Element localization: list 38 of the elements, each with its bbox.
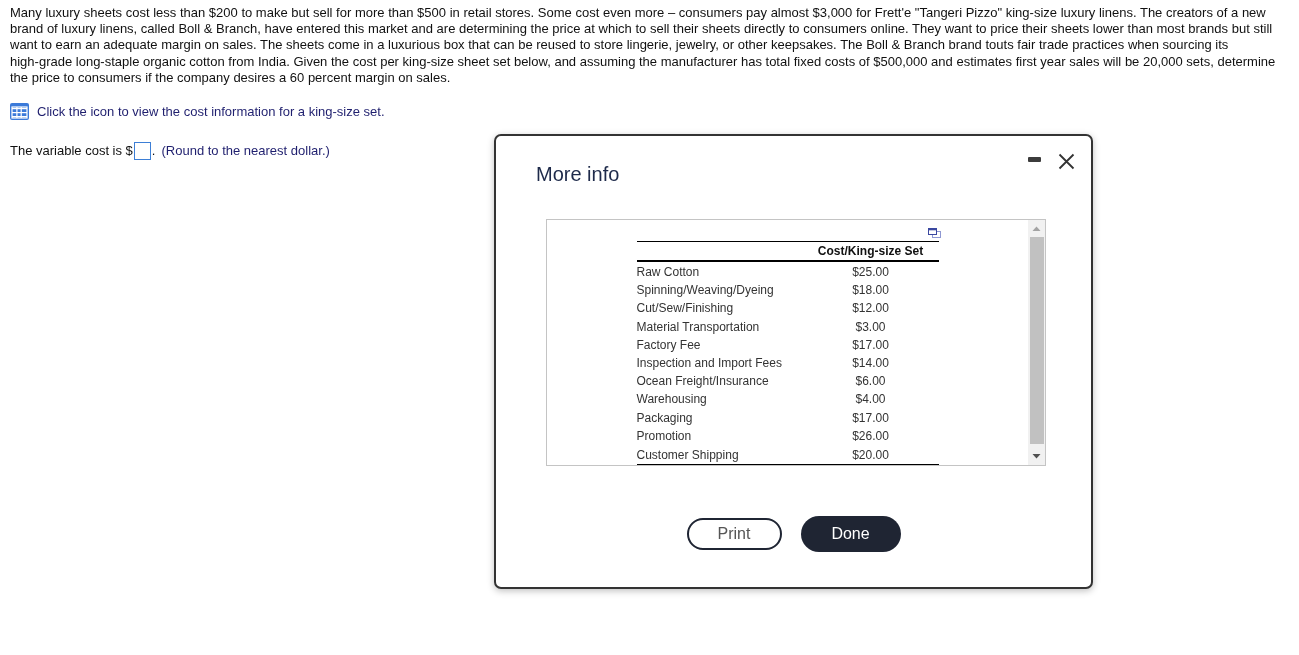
answer-field[interactable] — [133, 142, 151, 161]
cost-value: $4.00 — [854, 391, 887, 409]
cost-value: $25.00 — [802, 261, 939, 282]
column-header: Cost/King-size Set — [802, 241, 939, 261]
cost-label: Customer Shipping — [636, 445, 803, 465]
cost-label: Ocean Freight/Insurance — [636, 373, 770, 391]
cost-value: $26.00 — [851, 427, 890, 445]
cost-label: Promotion — [636, 427, 693, 445]
dialog-button[interactable]: Print — [686, 518, 782, 550]
cost-label: Cut/Sew/Finishing — [636, 300, 735, 318]
question-text: The variable cost is $ — [10, 142, 133, 158]
cost-label: Raw Cotton — [636, 261, 803, 282]
close-icon[interactable] — [1058, 153, 1075, 171]
cost-value: $17.00 — [851, 409, 890, 427]
info-prompt-text: Click the icon to view the cost information for a king-size set. — [37, 103, 385, 121]
dialog-title: More info — [536, 162, 620, 187]
cost-value: $14.00 — [851, 355, 890, 372]
cost-label: Spinning/Weaving/Dyeing — [636, 282, 775, 300]
cost-label: Material Transportation — [636, 318, 761, 336]
cost-label: Inspection and Import Fees — [636, 355, 783, 372]
scrollbar[interactable] — [1028, 220, 1045, 465]
minimize-button[interactable] — [1028, 157, 1041, 162]
cost-label: Factory Fee — [636, 336, 702, 354]
dialog-button[interactable]: Done — [800, 516, 901, 552]
cost-label: Warehousing — [636, 391, 708, 409]
problem-text: Many luxury sheets cost less than $200 to make but sell for more than $500 in retail stores. Some cost even more – consumers pay almost $3,000 for Frett'e "Tangeri Pizzo" king-size luxury linens. The creators of a new brand of luxury linens, called Boll & Branch, have entered this market and are determining the price at which to sell their sheets directly to consumers online. They want to price their sheets lower than most brands but still want to earn an adequate margin on sales. The sheets come in a luxurious box that can be reused to store lingerie, jewelry, or other keepsakes. The Boll & Branch brand touts fair trade practices when sourcing its high-grade long-staple organic cotton from India. Given the cost per king-size sheet set below, and assuming the manufacturer has total fixed costs of $500,000 and estimates first year sales will be 20,000 sets, determine the price to consumers if the company desires a 60 percent margin on sales. — [10, 5, 1277, 86]
period-text: . — [151, 142, 156, 158]
popout-icon[interactable] — [927, 228, 941, 238]
cost-value: $6.00 — [854, 373, 887, 391]
rounding-hint: (Round to the nearest dollar.) — [161, 142, 330, 158]
cost-value: $3.00 — [854, 318, 887, 336]
cost-value: $17.00 — [851, 336, 890, 354]
cost-label: Packaging — [636, 409, 694, 427]
cost-value: $20.00 — [802, 445, 939, 465]
table-icon[interactable] — [10, 103, 29, 121]
cost-value: $18.00 — [851, 282, 890, 300]
cost-value: $12.00 — [851, 300, 890, 318]
scrollbar-thumb[interactable] — [1029, 237, 1044, 444]
